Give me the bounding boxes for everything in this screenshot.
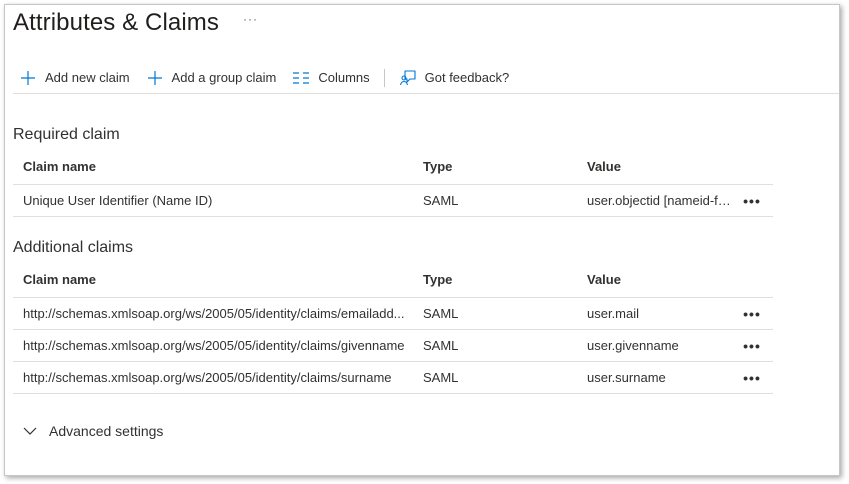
add-new-claim-button[interactable]: Add new claim	[13, 64, 136, 92]
add-group-claim-label: Add a group claim	[171, 70, 277, 85]
plus-icon	[146, 69, 164, 87]
more-options-icon[interactable]: •••	[743, 371, 761, 385]
column-header-claim-name[interactable]: Claim name	[13, 272, 413, 287]
more-options-icon[interactable]: •••	[743, 194, 761, 208]
claim-name-cell: Unique User Identifier (Name ID)	[23, 193, 213, 208]
table-row[interactable]: http://schemas.xmlsoap.org/ws/2005/05/id…	[13, 330, 773, 362]
command-bar: Add new claim Add a group claim Columns	[13, 62, 839, 94]
claim-value-cell: user.surname	[587, 370, 666, 385]
claim-name-cell: http://schemas.xmlsoap.org/ws/2005/05/id…	[23, 338, 405, 353]
page-header: Attributes & Claims ···	[13, 5, 258, 41]
claim-type-cell: SAML	[423, 338, 459, 353]
advanced-settings-toggle[interactable]: Advanced settings	[23, 423, 163, 439]
feedback-label: Got feedback?	[424, 70, 510, 85]
required-claim-heading: Required claim	[13, 126, 120, 143]
feedback-button[interactable]: Got feedback?	[393, 64, 516, 92]
add-new-claim-label: Add new claim	[45, 70, 130, 85]
column-header-value[interactable]: Value	[577, 159, 731, 174]
additional-claims-heading: Additional claims	[13, 239, 134, 256]
claim-type-cell: SAML	[423, 193, 459, 208]
table-row[interactable]: http://schemas.xmlsoap.org/ws/2005/05/id…	[13, 362, 773, 394]
add-group-claim-button[interactable]: Add a group claim	[140, 64, 283, 92]
page-title: Attributes & Claims	[13, 9, 219, 36]
more-options-icon[interactable]: •••	[743, 339, 761, 353]
claim-value-cell: user.mail	[587, 306, 640, 321]
claim-value-cell: user.objectid [nameid-fo...	[587, 193, 731, 208]
feedback-icon	[399, 69, 417, 87]
column-header-type[interactable]: Type	[413, 159, 577, 174]
columns-icon	[292, 69, 310, 87]
table-row[interactable]: Unique User Identifier (Name ID) SAML us…	[13, 185, 773, 217]
more-options-icon[interactable]: •••	[743, 307, 761, 321]
column-header-value[interactable]: Value	[577, 272, 731, 287]
claim-value-cell: user.givenname	[587, 338, 679, 353]
title-more-button[interactable]: ···	[243, 12, 258, 26]
table-row[interactable]: http://schemas.xmlsoap.org/ws/2005/05/id…	[13, 298, 773, 330]
chevron-down-icon	[23, 424, 37, 438]
claim-type-cell: SAML	[423, 306, 459, 321]
grid-header-row: Claim name Type Value	[13, 262, 773, 298]
columns-label: Columns	[318, 70, 370, 85]
advanced-settings-label: Advanced settings	[49, 423, 164, 439]
plus-icon	[19, 69, 37, 87]
grid-header-row: Claim name Type Value	[13, 149, 773, 185]
additional-claims-grid: Claim name Type Value http://schemas.xml…	[13, 262, 773, 394]
claim-name-cell: http://schemas.xmlsoap.org/ws/2005/05/id…	[23, 306, 405, 321]
column-header-type[interactable]: Type	[413, 272, 577, 287]
required-claim-grid: Claim name Type Value Unique User Identi…	[13, 149, 773, 217]
attributes-claims-panel: Attributes & Claims ··· Add new claim Ad…	[4, 4, 840, 476]
toolbar-divider	[383, 68, 385, 87]
column-header-claim-name[interactable]: Claim name	[13, 159, 413, 174]
claim-type-cell: SAML	[423, 370, 459, 385]
columns-button[interactable]: Columns	[286, 64, 375, 92]
claim-name-cell: http://schemas.xmlsoap.org/ws/2005/05/id…	[23, 370, 392, 385]
